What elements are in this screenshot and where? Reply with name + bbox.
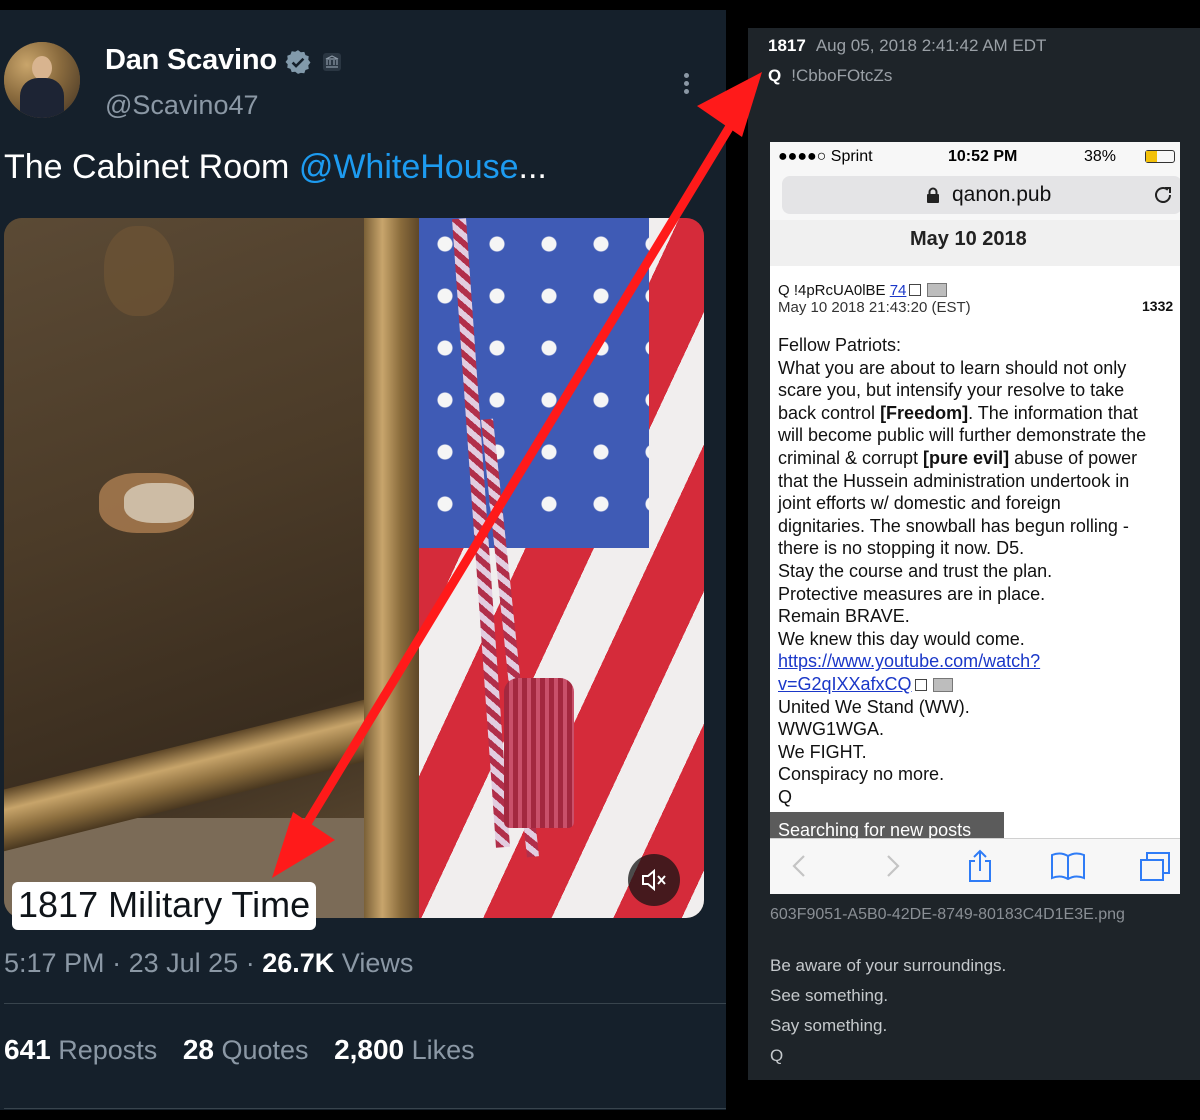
arrowhead-bottom — [272, 812, 335, 878]
red-double-arrow — [272, 72, 762, 878]
arrowhead-top — [697, 72, 762, 137]
